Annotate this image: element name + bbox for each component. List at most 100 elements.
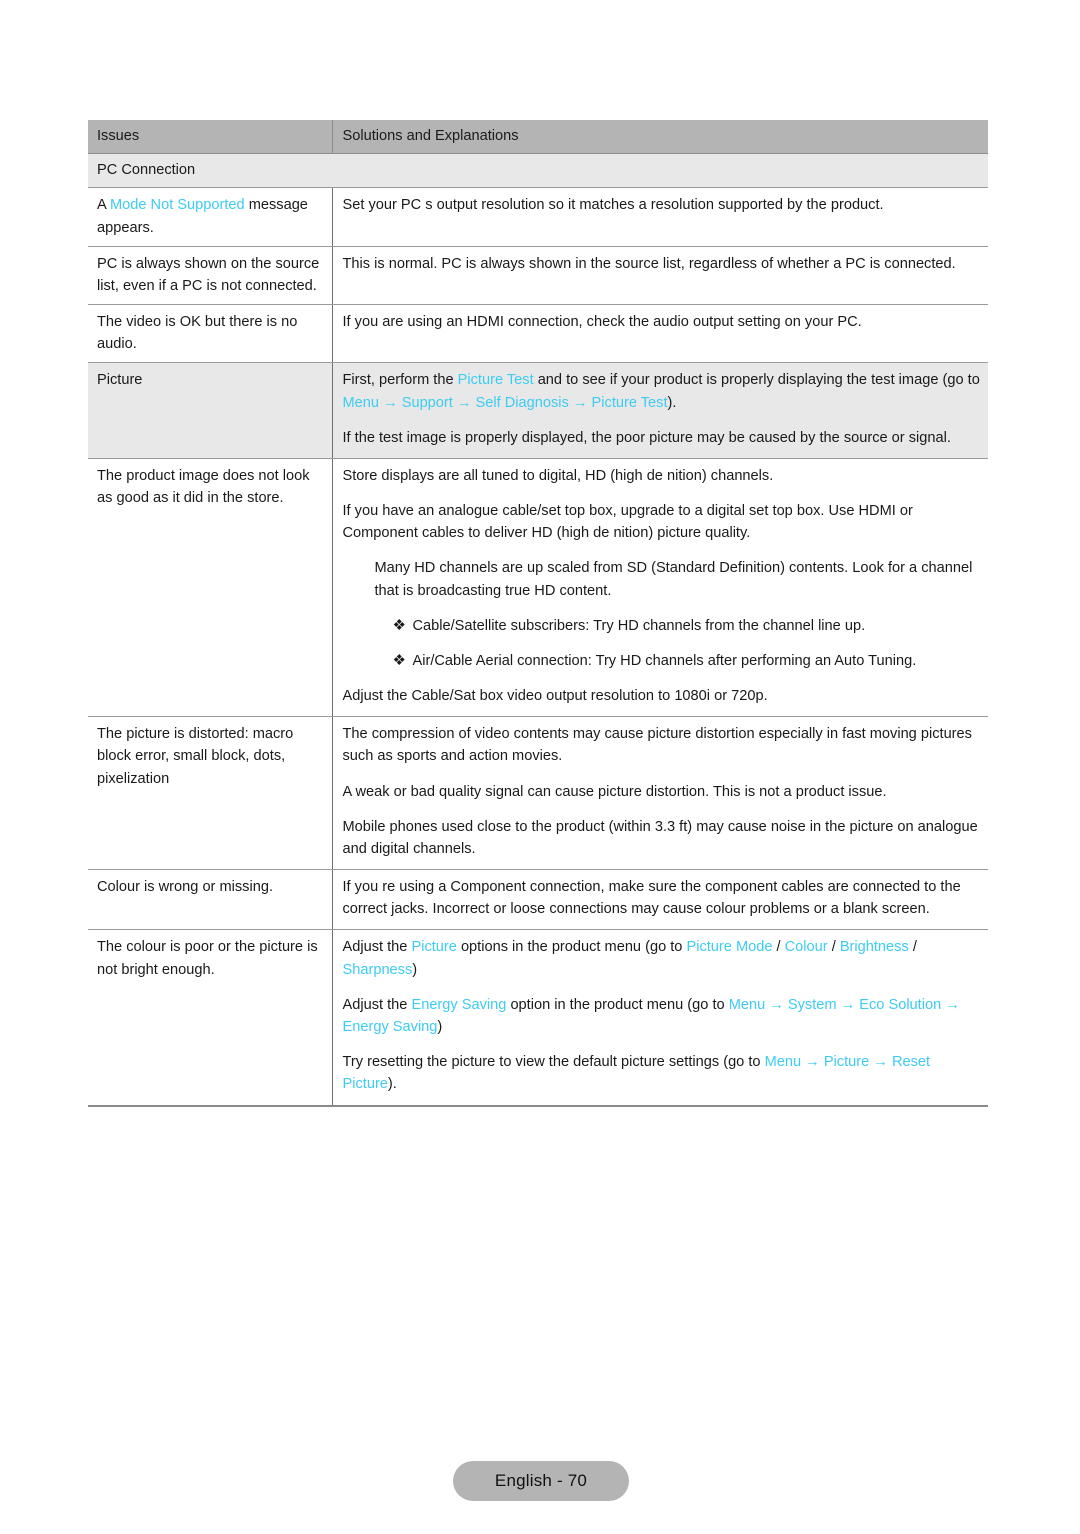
bullet-icon: ❖ [392, 651, 406, 669]
issue-text: The picture is distorted: macro block er… [97, 723, 324, 790]
arrow-icon: → [836, 996, 860, 1013]
menu-link: Picture Test [591, 394, 668, 411]
text-run: If you are using an HDMI connection, che… [342, 314, 862, 331]
solution-paragraph: Try resetting the picture to view the de… [343, 1051, 981, 1095]
text-run: ) [437, 1018, 443, 1035]
solution-bullet-item: ❖ Cable/Satellite subscribers: Try HD cha… [391, 615, 981, 637]
text-run: Set your PC s output resolution so it ma… [342, 197, 884, 214]
menu-link: Eco Solution [859, 996, 942, 1013]
table-header-row: Issues Solutions and Explanations [88, 120, 988, 155]
solution-paragraph: Adjust the Picture options in the produc… [343, 936, 981, 980]
menu-link: Support [401, 394, 453, 411]
column-header-issues: Issues [88, 120, 333, 155]
issue-cell: PC is always shown on the source list, e… [88, 246, 333, 306]
issue-text: The product image does not look as good … [97, 465, 324, 509]
text-run: ) [412, 961, 418, 978]
table-row: The colour is poor or the picture is not… [88, 929, 988, 1107]
table-row: Picture First, perform the Picture Test a… [88, 362, 988, 459]
solution-paragraph: This is normal. PC is always shown in th… [343, 253, 981, 275]
text-run: If the test image is properly displayed,… [342, 429, 951, 446]
text-run: Adjust the [342, 996, 412, 1013]
menu-link: Sharpness [342, 961, 413, 978]
text-run: The compression of video contents may ca… [342, 726, 972, 765]
solution-bullet-item: ❖ Air/Cable Aerial connection: Try HD cha… [391, 650, 981, 672]
text-run: / [908, 939, 917, 956]
issue-cell: The picture is distorted: macro block er… [88, 716, 333, 871]
arrow-icon: → [452, 394, 476, 411]
solution-paragraph: A weak or bad quality signal can cause p… [343, 781, 981, 803]
page-footer-label: English - 70 [494, 1471, 588, 1490]
document-page: Issues Solutions and Explanations PC Con… [0, 0, 1080, 1534]
arrow-icon: → [379, 394, 402, 411]
bullet-icon: ❖ [392, 616, 406, 634]
arrow-icon: → [568, 394, 592, 411]
text-run: Mobile phones used close to the product … [342, 818, 978, 857]
issue-cell: A Mode Not Supported message appears. [88, 187, 333, 247]
section-title: PC Connection [88, 153, 332, 189]
text-run: Colour is wrong or missing. [97, 879, 273, 896]
solution-paragraph: The compression of video contents may ca… [343, 723, 981, 767]
menu-link: Mode Not Supported [109, 197, 245, 214]
menu-link: Menu [728, 996, 766, 1013]
text-run: If you have an analogue cable/set top bo… [342, 503, 913, 542]
text-run: Picture [97, 372, 143, 389]
text-run: The colour is poor or the picture is not… [97, 939, 318, 978]
text-run: Try resetting the picture to view the de… [342, 1054, 765, 1071]
menu-link: Picture [411, 939, 457, 956]
text-run: A [97, 197, 110, 214]
solution-cell: Adjust the Picture options in the produc… [332, 929, 988, 1107]
menu-link: Energy Saving [342, 1018, 438, 1035]
table-row: The video is OK but there is no audio. If… [88, 304, 988, 364]
text-run: PC is always shown on the source list, e… [97, 255, 320, 294]
text-run: Store displays are all tuned to digital,… [342, 467, 774, 484]
text-run: / [827, 939, 840, 956]
page-footer-pill: English - 70 [453, 1461, 629, 1501]
column-header-solutions: Solutions and Explanations [332, 120, 988, 155]
text-run: ). [387, 1076, 397, 1093]
menu-link: Self Diagnosis [475, 394, 569, 411]
table-row: Colour is wrong or missing. If you re usi… [88, 869, 988, 931]
solution-paragraph: If you have an analogue cable/set top bo… [343, 500, 981, 544]
solution-cell: The compression of video contents may ca… [332, 716, 988, 871]
solution-cell: First, perform the Picture Test and to s… [332, 362, 988, 459]
text-run: A weak or bad quality signal can cause p… [342, 783, 887, 800]
text-run: Many HD channels are up scaled from SD (… [374, 560, 973, 599]
table-row: The picture is distorted: macro block er… [88, 716, 988, 871]
issue-text: Picture [97, 369, 324, 391]
arrow-icon: → [869, 1054, 892, 1071]
menu-link: Brightness [839, 939, 909, 956]
text-run: Cable/Satellite subscribers: Try HD chan… [412, 617, 866, 634]
issue-cell: Colour is wrong or missing. [88, 869, 333, 931]
text-run: and to see if your product is properly d… [533, 372, 980, 389]
text-run: First, perform the [342, 372, 458, 389]
menu-link: Colour [784, 939, 828, 956]
menu-link: Picture Mode [686, 939, 773, 956]
arrow-icon: → [765, 996, 788, 1013]
table-row: A Mode Not Supported message appears. Set… [88, 187, 988, 247]
table-body: Issues Solutions and Explanations PC Con… [88, 120, 988, 1107]
issue-cell: The colour is poor or the picture is not… [88, 929, 333, 1107]
text-run: The video is OK but there is no audio. [97, 314, 298, 353]
solution-cell: Store displays are all tuned to digital,… [332, 458, 988, 718]
table-row: The product image does not look as good … [88, 458, 988, 718]
solution-paragraph: If the test image is properly displayed,… [343, 427, 981, 449]
solution-paragraph: If you are using an HDMI connection, che… [343, 311, 981, 333]
text-run: Air/Cable Aerial connection: Try HD chan… [412, 652, 917, 669]
solution-paragraph: Set your PC s output resolution so it ma… [343, 194, 981, 216]
solution-paragraph: Store displays are all tuned to digital,… [343, 465, 981, 487]
text-run: option in the product menu (go to [506, 996, 729, 1013]
solution-cell: If you re using a Component connection, … [332, 869, 988, 931]
solution-paragraph: First, perform the Picture Test and to s… [343, 369, 981, 413]
solution-paragraph: If you re using a Component connection, … [343, 876, 981, 920]
solution-cell: Set your PC s output resolution so it ma… [332, 187, 988, 247]
text-run: ). [667, 394, 677, 411]
text-run: / [772, 939, 785, 956]
text-run: options in the product menu (go to [456, 939, 687, 956]
troubleshooting-table: Issues Solutions and Explanations PC Con… [88, 120, 988, 1107]
menu-link: Menu [342, 394, 380, 411]
table-row: PC is always shown on the source list, e… [88, 246, 988, 306]
menu-link: System [787, 996, 837, 1013]
solution-paragraph: Adjust the Cable/Sat box video output re… [343, 685, 981, 707]
text-run: If you re using a Component connection, … [342, 879, 961, 918]
issue-text: PC is always shown on the source list, e… [97, 253, 324, 297]
